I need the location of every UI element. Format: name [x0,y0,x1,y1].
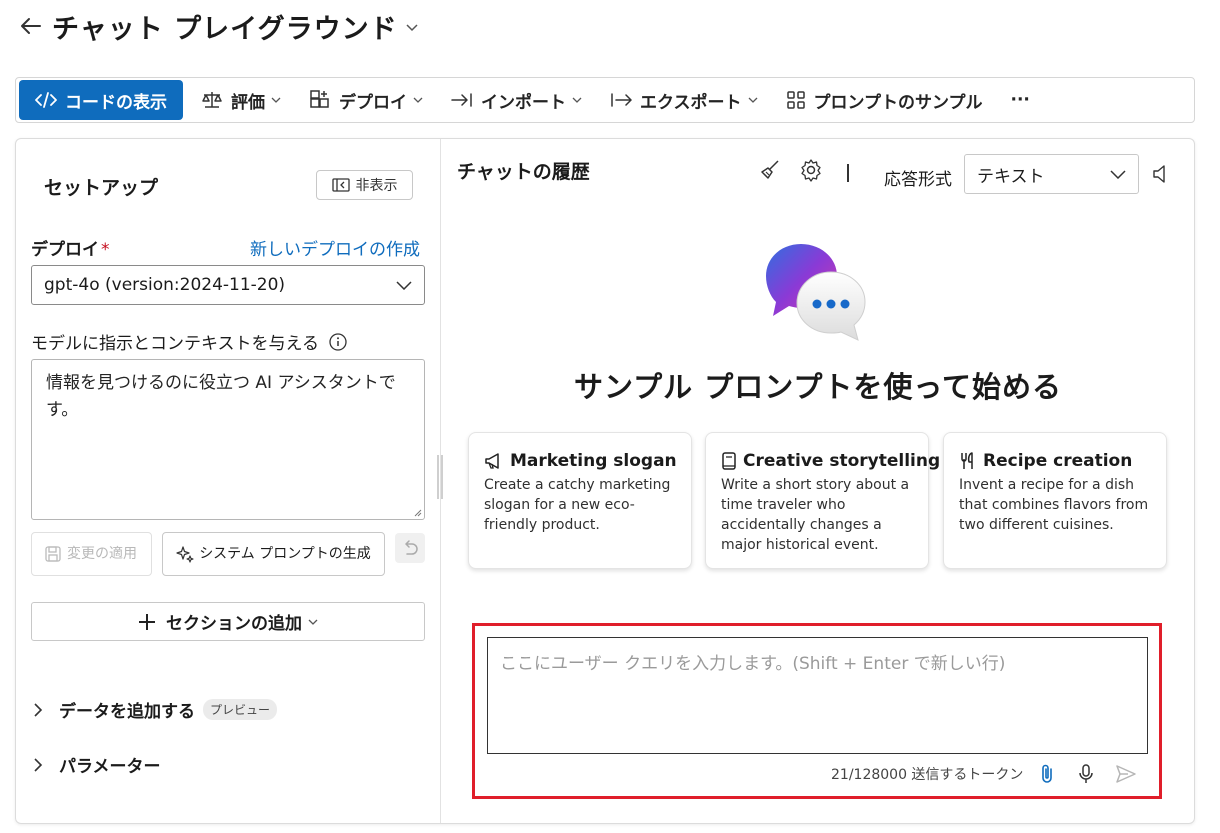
gear-icon[interactable] [799,158,823,182]
hide-panel-button[interactable]: 非表示 [316,170,413,200]
deploy-label: デプロイ [339,92,407,113]
undo-icon [405,540,418,555]
sample-prompt-card[interactable]: Recipe creation Invent a recipe for a di… [943,432,1167,569]
paperclip-icon[interactable] [1038,763,1056,785]
import-icon [451,93,472,107]
back-arrow-icon[interactable] [18,13,44,39]
toolbar-separator [847,164,849,182]
panel-collapse-icon [331,178,350,192]
more-options-button[interactable]: ··· [996,80,1043,120]
info-icon[interactable] [329,332,347,351]
send-icon[interactable] [1115,764,1137,784]
add-data-label: データを追加する [59,702,195,722]
sample-prompt-card[interactable]: Marketing slogan Create a catchy marketi… [468,432,692,569]
required-mark: * [101,240,110,260]
resize-grip-icon[interactable] [412,507,422,517]
chat-bubbles-icon [766,244,866,341]
chevron-right-icon [34,702,43,717]
add-section-label: セクションの追加 [166,614,302,634]
system-message-textarea[interactable]: 情報を見つけるのに役立つ AI アシスタントです。 [31,359,425,520]
user-query-input[interactable]: ここにユーザー クエリを入力します。(Shift + Enter で新しい行) [487,637,1148,754]
sample-prompts-heading: サンプル プロンプトを使って始める [574,370,1062,404]
token-count: 21/128000 送信するトークン [831,767,1024,783]
card-title-text: Marketing slogan [510,451,677,471]
save-icon [45,546,61,562]
response-format-select[interactable]: テキスト [964,154,1139,194]
import-button[interactable]: インポート [437,80,596,120]
broom-icon[interactable] [758,158,782,182]
generate-system-prompt-label: システム プロンプトの生成 [199,545,371,562]
create-new-deploy-link[interactable]: 新しいデプロイの作成 [250,235,420,260]
view-code-label: コードの表示 [65,92,167,113]
evaluate-label: 評価 [231,92,265,113]
model-deployment-select[interactable]: gpt-4o (version:2024-11-20) [31,265,425,305]
deploy-field-label: デプロイ * [31,235,110,260]
parameters-label: パラメーター [59,757,161,777]
response-format-value: テキスト [977,166,1045,187]
card-description: Create a catchy marketing slogan for a n… [484,477,671,533]
setup-title: セットアップ [44,177,159,199]
chevron-right-icon [34,757,43,772]
chevron-down-icon [1110,169,1126,179]
title-row: チャット プレイグラウンド [18,8,418,45]
hide-panel-label: 非表示 [355,178,398,194]
add-data-accordion[interactable]: データを追加する プレビュー [33,697,278,722]
export-button[interactable]: エクスポート [596,80,772,120]
chevron-down-icon [271,97,281,103]
model-select-value: gpt-4o (version:2024-11-20) [44,275,286,295]
card-title: Creative storytelling [721,451,940,471]
grid-icon [786,91,805,109]
code-icon [35,92,57,108]
card-title-text: Recipe creation [983,451,1133,471]
user-query-placeholder: ここにユーザー クエリを入力します。(Shift + Enter で新しい行) [500,654,1006,674]
plus-icon [139,613,155,630]
instructions-label: モデルに指示とコンテキストを与える [31,329,347,354]
speaker-icon[interactable] [1151,163,1171,185]
chevron-down-icon [308,619,318,625]
add-section-button[interactable]: セクションの追加 [31,602,425,641]
preview-badge: プレビュー [203,699,278,720]
utensils-icon [961,452,973,469]
megaphone-icon [485,453,499,469]
chevron-down-icon [396,280,412,290]
book-icon [722,452,736,470]
parameters-accordion[interactable]: パラメーター [33,752,161,777]
microphone-icon[interactable] [1077,763,1095,785]
system-message-text: 情報を見つけるのに役立つ AI アシスタントです。 [46,373,396,420]
card-title: Marketing slogan [484,451,677,471]
chevron-down-icon [748,97,757,103]
prompt-samples-button[interactable]: プロンプトのサンプル [772,80,997,120]
chevron-down-icon [572,97,582,103]
cube-plus-icon [310,90,329,108]
card-title: Recipe creation [959,451,1152,471]
evaluate-button[interactable]: 評価 [187,80,295,120]
toolbar: コードの表示 評価 デプロイ インポート エクスポート プロンプトのサンプル ·… [15,77,1195,123]
deploy-label-text: デプロイ [31,240,99,260]
export-icon [611,93,632,107]
sparkle-icon [176,546,194,563]
chat-history-title: チャットの履歴 [457,161,590,183]
import-label: インポート [481,92,566,113]
card-description: Write a short story about a time travele… [721,477,910,553]
chevron-down-icon[interactable] [406,24,418,32]
card-description: Invent a recipe for a dish that combines… [959,477,1149,533]
card-title-text: Creative storytelling [743,451,941,471]
panel-resize-handle[interactable] [437,455,443,499]
apply-changes-button[interactable]: 変更の適用 [31,532,152,576]
chevron-down-icon [413,97,423,103]
response-format-label: 応答形式 [884,170,952,190]
scale-icon [202,92,222,108]
page-title: チャット プレイグラウンド [52,13,398,45]
deploy-button[interactable]: デプロイ [295,80,437,120]
sample-prompt-card[interactable]: Creative storytelling Write a short stor… [705,432,940,569]
undo-button[interactable] [395,533,425,563]
more-icon: ··· [1010,90,1030,110]
view-code-button[interactable]: コードの表示 [19,80,183,120]
instructions-label-text: モデルに指示とコンテキストを与える [31,334,319,354]
generate-system-prompt-button[interactable]: システム プロンプトの生成 [162,532,385,576]
prompt-samples-label: プロンプトのサンプル [813,92,983,113]
apply-changes-label: 変更の適用 [67,545,137,562]
export-label: エクスポート [640,92,742,113]
